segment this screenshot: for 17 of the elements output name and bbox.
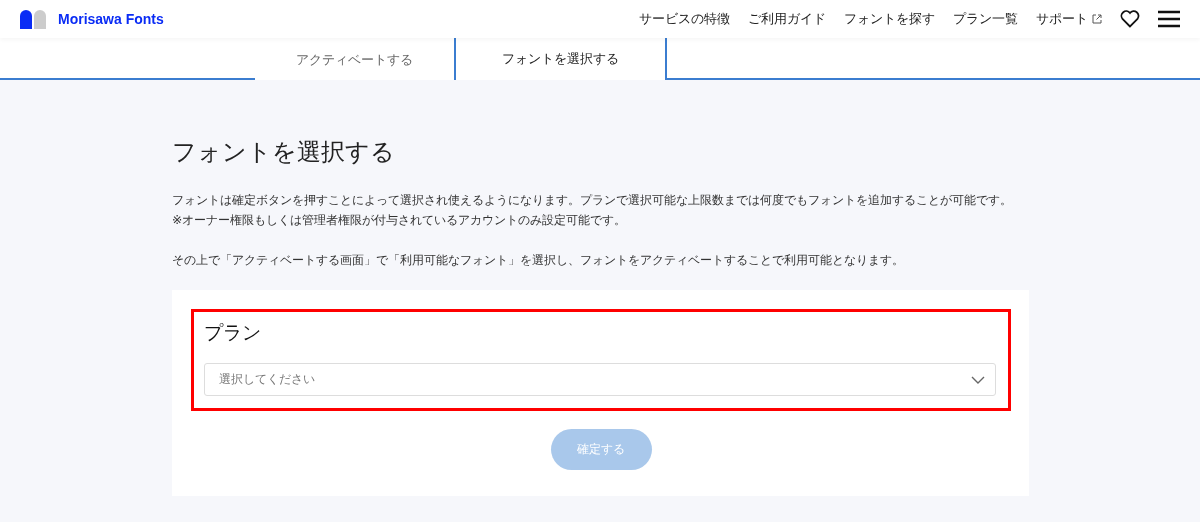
description-text: その上で「アクティベートする画面」で「利用可能なフォント」を選択し、フォントをアクティベートすることで利用可能となります。 [172,253,904,267]
nav-link[interactable]: プラン一覧 [953,10,1018,28]
description-text: フォントは確定ボタンを押すことによって選択され使えるようになります。プランで選択可能な上限数までは何度でもフォントを追加することが可能です。 [172,193,1012,207]
logo-text[interactable]: Morisawa Fonts [58,11,164,27]
external-link-icon [1092,14,1102,24]
page-title: フォントを選択する [172,137,396,168]
description-text: ※オーナー権限もしくは管理者権限が付与されているアカウントのみ設定可能です。 [172,213,627,227]
plan-label: プラン [204,320,262,345]
heart-icon[interactable] [1120,10,1140,28]
nav-link[interactable]: サービスの特徴 [639,10,730,28]
nav-link[interactable]: ご利用ガイド [748,10,826,28]
nav-link[interactable]: フォントを探す [844,10,935,28]
plan-select[interactable]: 選択してください [204,363,996,396]
chevron-down-icon [971,375,985,384]
menu-icon[interactable] [1158,10,1180,28]
nav-link[interactable]: サポート [1036,10,1102,28]
tab[interactable]: フォントを選択する [454,36,667,80]
